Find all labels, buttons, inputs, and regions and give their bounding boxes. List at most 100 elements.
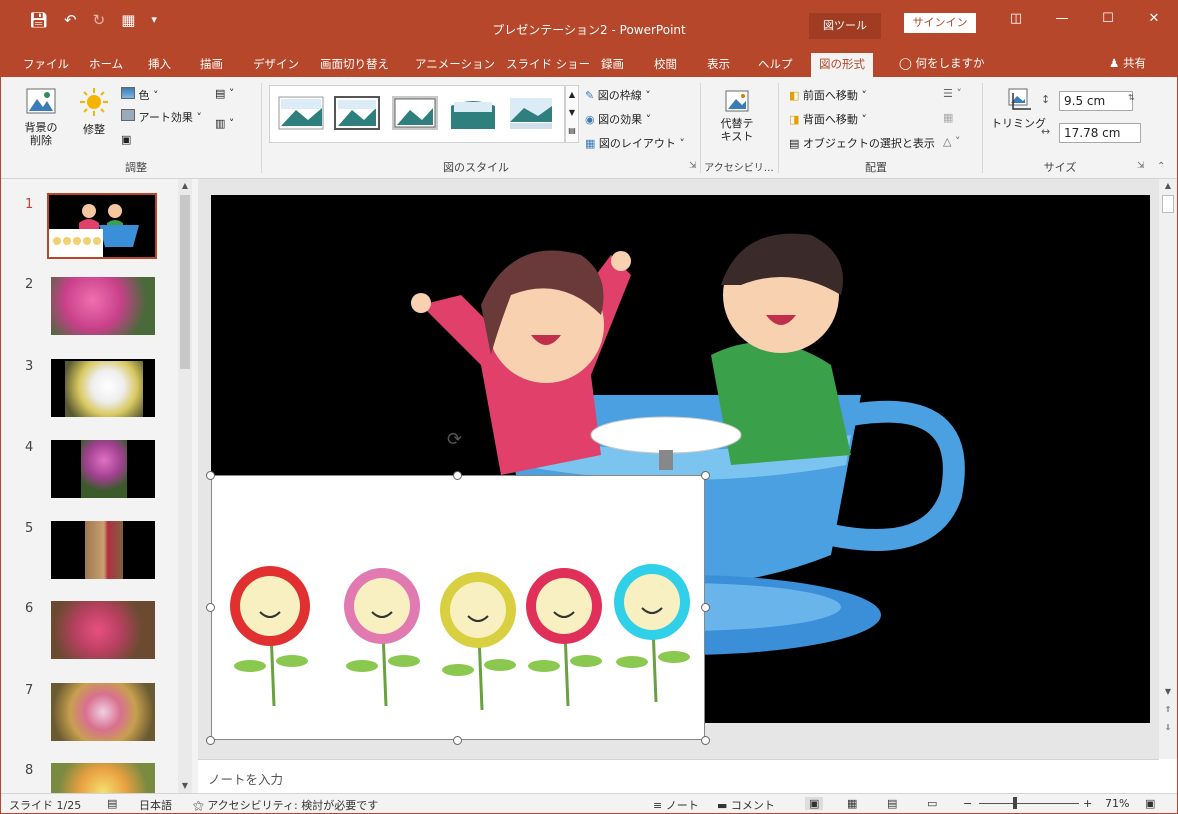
- slide-thumbnail[interactable]: 7: [1, 683, 181, 755]
- selection-pane-button[interactable]: ▤ オブジェクトの選択と表示: [789, 135, 935, 151]
- gallery-more-icon[interactable]: ▤: [566, 122, 578, 140]
- send-backward-button[interactable]: ◨ 背面へ移動 ˅: [789, 111, 867, 127]
- maximize-icon[interactable]: ☐: [1085, 11, 1131, 26]
- slide-thumbnail[interactable]: 5: [1, 521, 181, 593]
- zoom-slider[interactable]: [979, 803, 1079, 804]
- align-icon[interactable]: ☰ ˅: [943, 87, 962, 100]
- resize-handle[interactable]: [701, 736, 710, 745]
- next-slide-icon[interactable]: ⇓: [1161, 721, 1175, 735]
- scroll-up-icon[interactable]: ▲: [1161, 179, 1175, 193]
- remove-background-button[interactable]: 背景の削除: [23, 85, 59, 147]
- resize-handle[interactable]: [206, 603, 215, 612]
- comments-toggle[interactable]: ▬ コメント: [717, 797, 775, 813]
- style-thumbnail[interactable]: [334, 96, 380, 130]
- slide-thumbnail[interactable]: 3: [1, 359, 181, 431]
- slide-thumbnail[interactable]: 6: [1, 601, 181, 673]
- resize-handle[interactable]: [453, 736, 462, 745]
- scroll-down-icon[interactable]: ▼: [566, 104, 578, 122]
- collapse-ribbon-icon[interactable]: ⌃: [1157, 161, 1165, 172]
- crop-button[interactable]: トリミング: [991, 87, 1046, 131]
- normal-view-icon[interactable]: ▣: [805, 797, 824, 810]
- tab-view[interactable]: 表示: [707, 53, 730, 77]
- powerpoint-window: 💾︎ ↶ ↻ ▦ ▾ プレゼンテーション2 - PowerPoint 図ツール …: [0, 0, 1178, 814]
- color-button[interactable]: 色 ˅: [121, 87, 159, 103]
- slide-thumbnail[interactable]: 8: [1, 763, 181, 793]
- rotate-handle-icon[interactable]: ⟳: [447, 429, 462, 450]
- height-field[interactable]: 9.5 cm: [1059, 91, 1133, 111]
- rotate-icon[interactable]: △ ˅: [943, 135, 960, 148]
- spellcheck-icon[interactable]: ▤: [107, 797, 117, 810]
- share-button[interactable]: ♟ 共有: [1109, 55, 1146, 71]
- fit-to-window-icon[interactable]: ▣: [1145, 797, 1155, 810]
- editor-scrollbar[interactable]: ▲ ▼ ⇑ ⇓: [1159, 179, 1177, 759]
- tab-help[interactable]: ヘルプ: [758, 53, 793, 77]
- resize-handle[interactable]: [453, 471, 462, 480]
- size-dialog-launcher-icon[interactable]: ⇲: [1137, 161, 1145, 171]
- scroll-thumb[interactable]: [180, 195, 190, 369]
- width-field[interactable]: 17.78 cm: [1059, 123, 1141, 143]
- tab-animations[interactable]: アニメーション: [415, 53, 495, 77]
- tab-design[interactable]: デザイン: [253, 53, 299, 77]
- thumbnail-scrollbar[interactable]: ▲ ▼: [178, 179, 192, 793]
- slide-sorter-icon[interactable]: ▦: [847, 797, 857, 810]
- tab-record[interactable]: 録画: [601, 53, 624, 77]
- picture-border-button[interactable]: ✎ 図の枠線 ˅: [585, 87, 651, 103]
- tab-transitions[interactable]: 画面切り替え: [320, 53, 389, 77]
- zoom-level[interactable]: 71%: [1105, 797, 1129, 810]
- reset-picture-icon[interactable]: ▥ ˅: [215, 117, 234, 130]
- resize-handle[interactable]: [701, 603, 710, 612]
- resize-handle[interactable]: [206, 736, 215, 745]
- notes-pane[interactable]: ノートを入力: [198, 759, 1159, 793]
- language-indicator[interactable]: 日本語: [139, 797, 172, 813]
- compress-pictures-icon[interactable]: ▣: [121, 133, 131, 146]
- reading-view-icon[interactable]: ▤: [887, 797, 897, 810]
- slide-thumbnail[interactable]: 2: [1, 277, 181, 349]
- scroll-down-icon[interactable]: ▼: [1161, 685, 1175, 699]
- height-spinner-icon[interactable]: ⇅: [1128, 93, 1135, 102]
- zoom-slider-thumb[interactable]: [1013, 797, 1017, 809]
- resize-handle[interactable]: [206, 471, 215, 480]
- minimize-icon[interactable]: —: [1039, 11, 1085, 26]
- style-thumbnail[interactable]: [508, 96, 554, 130]
- style-thumbnail[interactable]: [278, 96, 324, 130]
- tell-me-search[interactable]: ◯ 何をしますか: [899, 55, 985, 71]
- dialog-launcher-icon[interactable]: ⇲: [689, 161, 697, 171]
- scroll-down-icon[interactable]: ▼: [178, 779, 192, 793]
- tab-draw[interactable]: 描画: [200, 53, 223, 77]
- close-icon[interactable]: ✕: [1131, 11, 1177, 26]
- zoom-out-icon[interactable]: −: [963, 797, 972, 810]
- bring-forward-button[interactable]: ◧ 前面へ移動 ˅: [789, 87, 867, 103]
- tab-slideshow[interactable]: スライド ショー: [506, 53, 590, 77]
- style-thumbnail-selected[interactable]: [392, 96, 438, 130]
- notes-toggle[interactable]: ≡ ノート: [653, 797, 699, 813]
- scroll-up-icon[interactable]: ▲: [566, 86, 578, 104]
- alt-text-button[interactable]: 代替テキスト: [717, 85, 757, 143]
- tab-home[interactable]: ホーム: [89, 53, 123, 77]
- slideshow-view-icon[interactable]: ▭: [927, 797, 937, 810]
- selected-picture-flowers[interactable]: [211, 475, 705, 740]
- tab-picture-format[interactable]: 図の形式: [811, 53, 873, 77]
- scroll-thumb[interactable]: [1162, 195, 1174, 213]
- picture-layout-button[interactable]: ▦ 図のレイアウト ˅: [585, 135, 685, 151]
- tab-insert[interactable]: 挿入: [148, 53, 171, 77]
- zoom-in-icon[interactable]: +: [1083, 797, 1092, 810]
- tab-review[interactable]: 校閲: [654, 53, 677, 77]
- tab-file[interactable]: ファイル: [23, 53, 69, 77]
- previous-slide-icon[interactable]: ⇑: [1161, 703, 1175, 717]
- resize-handle[interactable]: [701, 471, 710, 480]
- style-thumbnail[interactable]: [450, 96, 496, 130]
- slide-number: 5: [25, 521, 34, 536]
- accessibility-status[interactable]: ⚝ アクセシビリティ: 検討が必要です: [193, 797, 378, 813]
- corrections-button[interactable]: 修整: [79, 87, 109, 137]
- slide-thumbnail[interactable]: 4: [1, 440, 181, 512]
- change-picture-icon[interactable]: ▤ ˅: [215, 87, 234, 100]
- slide-thumbnail-image: [51, 683, 155, 741]
- picture-effects-button[interactable]: ◉ 図の効果 ˅: [585, 111, 651, 127]
- scroll-up-icon[interactable]: ▲: [178, 179, 192, 193]
- slide-thumbnail[interactable]: 1: [1, 193, 181, 269]
- ribbon-display-icon[interactable]: ◫: [993, 11, 1039, 26]
- styles-group-label: 図のスタイル: [443, 161, 509, 174]
- signin-button[interactable]: サインイン: [904, 13, 976, 33]
- artistic-effects-button[interactable]: アート効果 ˅: [121, 109, 202, 125]
- gallery-scroll[interactable]: ▲ ▼ ▤: [565, 85, 579, 143]
